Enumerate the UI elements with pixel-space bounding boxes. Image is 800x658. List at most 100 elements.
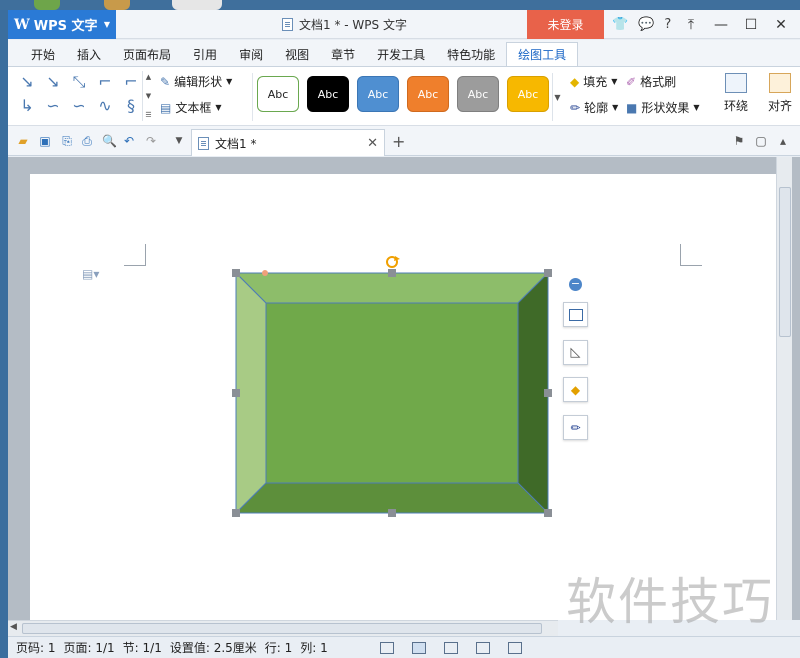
- undo-icon[interactable]: ↶: [122, 134, 136, 148]
- paint-bucket-icon: ◆: [570, 74, 580, 89]
- shape-edit-icon: ◺: [570, 345, 581, 360]
- desktop-background-edge: [0, 10, 8, 658]
- chevron-down-icon: ▼: [611, 77, 618, 86]
- collapse-tools-icon[interactable]: −: [569, 278, 582, 291]
- status-pages: 页面: 1/1: [63, 641, 115, 655]
- tab-start[interactable]: 开始: [20, 42, 66, 66]
- vertical-scrollbar[interactable]: [776, 157, 792, 620]
- paint-bucket-icon: ◆: [570, 382, 581, 397]
- desktop-icon[interactable]: [104, 0, 130, 10]
- tab-features[interactable]: 特色功能: [436, 42, 506, 66]
- web-view-icon[interactable]: [476, 642, 490, 654]
- reading-mode-icon[interactable]: [508, 642, 522, 654]
- window-mode-icon[interactable]: ▢: [754, 134, 768, 148]
- outline-color-button[interactable]: ✏: [563, 415, 588, 440]
- format-painter-button[interactable]: ✐ 格式刷: [626, 73, 676, 90]
- outline-button[interactable]: ✏ 轮廓 ▼: [570, 99, 618, 116]
- tab-review[interactable]: 审阅: [228, 42, 274, 66]
- vertical-scroll-thumb[interactable]: [779, 187, 791, 337]
- text-box-button[interactable]: ▤ 文本框 ▼: [160, 99, 222, 116]
- export-pdf-icon[interactable]: ⎘: [60, 134, 74, 148]
- fill-button[interactable]: ◆ 填充 ▼: [570, 73, 617, 90]
- rotate-handle-icon[interactable]: [386, 256, 400, 268]
- chevron-up-icon[interactable]: ▲: [146, 73, 151, 81]
- shape-style-option[interactable]: Abc: [457, 76, 499, 112]
- window-title: 文档1 * - WPS 文字: [282, 10, 407, 39]
- edit-shape-button[interactable]: ✎ 编辑形状 ▼: [160, 73, 232, 90]
- desktop-icon[interactable]: [34, 0, 60, 10]
- page-view-icon[interactable]: [412, 642, 426, 654]
- align-button[interactable]: 对齐: [760, 71, 800, 121]
- open-folder-icon[interactable]: ▰: [16, 134, 30, 148]
- arrow-shape-icon[interactable]: ↘: [42, 71, 64, 93]
- chevron-down-icon: ▼: [103, 20, 110, 29]
- tab-references[interactable]: 引用: [182, 42, 228, 66]
- tab-page-layout[interactable]: 页面布局: [112, 42, 182, 66]
- scroll-left-icon[interactable]: ◀: [10, 622, 17, 632]
- shape-style-option[interactable]: Abc: [307, 76, 349, 112]
- tab-view[interactable]: 视图: [274, 42, 320, 66]
- style-gallery-expand[interactable]: ▼: [552, 73, 562, 121]
- line-shape-icon[interactable]: ↘: [16, 71, 38, 93]
- outline-view-icon[interactable]: [444, 642, 458, 654]
- elbow-connector-icon[interactable]: ⌐: [94, 71, 116, 93]
- curve-connector-icon[interactable]: ∽: [42, 95, 64, 117]
- close-button[interactable]: ✕: [766, 17, 796, 33]
- chevron-down-icon: ▼: [693, 103, 700, 112]
- chevron-down-icon[interactable]: ▼: [146, 92, 151, 100]
- chevron-down-icon: ▼: [215, 103, 222, 112]
- chat-icon[interactable]: 💬: [638, 17, 654, 32]
- curve-arrow-icon[interactable]: ∽: [68, 95, 90, 117]
- help-icon[interactable]: ?: [664, 17, 671, 32]
- shape-style-option[interactable]: Abc: [257, 76, 299, 112]
- chevron-down-icon[interactable]: ▼: [172, 134, 186, 148]
- save-icon[interactable]: ▣: [38, 134, 52, 148]
- tab-section[interactable]: 章节: [320, 42, 366, 66]
- text-box-icon: ▤: [160, 100, 172, 115]
- elbow-double-arrow-icon[interactable]: ↳: [16, 95, 38, 117]
- maximize-button[interactable]: ☐: [736, 17, 766, 33]
- shape-edit-button[interactable]: ◺: [563, 340, 588, 365]
- app-name: WPS 文字: [33, 19, 98, 34]
- horizontal-scrollbar[interactable]: ◀: [8, 620, 558, 636]
- document-tab[interactable]: 文档1 * ✕: [191, 129, 385, 156]
- redo-icon[interactable]: ↷: [144, 134, 158, 148]
- flag-icon[interactable]: ⚑: [732, 134, 746, 148]
- minimize-button[interactable]: —: [706, 17, 736, 33]
- adjust-handle[interactable]: [262, 270, 268, 276]
- layout-options-button[interactable]: [563, 302, 588, 327]
- bevel-shape[interactable]: [224, 256, 560, 522]
- print-icon[interactable]: ⎙: [80, 134, 94, 148]
- status-setting: 设置值: 2.5厘米: [169, 641, 257, 655]
- horizontal-scroll-thumb[interactable]: [22, 623, 542, 634]
- shape-effects-button[interactable]: ■ 形状效果 ▼: [626, 99, 700, 116]
- skin-icon[interactable]: 👕: [612, 17, 628, 32]
- document-icon: [282, 18, 293, 31]
- new-tab-button[interactable]: +: [392, 132, 405, 151]
- paragraph-layout-icon[interactable]: ▤▾: [82, 267, 99, 281]
- margin-marker: [680, 244, 702, 266]
- curve-double-arrow-icon[interactable]: ∿: [94, 95, 116, 117]
- shape-style-option[interactable]: Abc: [407, 76, 449, 112]
- shape-gallery-scroll[interactable]: ▲ ▼ ☰: [142, 71, 154, 121]
- tab-drawing-tools[interactable]: 绘图工具: [506, 42, 579, 66]
- freeform-icon[interactable]: §: [120, 95, 142, 117]
- print-preview-icon[interactable]: 🔍: [102, 134, 117, 148]
- app-menu-button[interactable]: W WPS 文字 ▼: [8, 10, 116, 39]
- bevel-top-face: [234, 272, 550, 304]
- shape-style-option[interactable]: Abc: [507, 76, 549, 112]
- upload-icon[interactable]: ⤒: [676, 17, 706, 33]
- fill-color-button[interactable]: ◆: [563, 377, 588, 402]
- collapse-ribbon-icon[interactable]: ▴: [776, 134, 790, 148]
- desktop-icon[interactable]: [172, 0, 222, 10]
- full-screen-icon[interactable]: [380, 642, 394, 654]
- tab-insert[interactable]: 插入: [66, 42, 112, 66]
- login-button[interactable]: 未登录: [527, 10, 604, 39]
- tab-developer[interactable]: 开发工具: [366, 42, 436, 66]
- shape-style-option[interactable]: Abc: [357, 76, 399, 112]
- close-icon[interactable]: ✕: [367, 136, 378, 151]
- wrap-button[interactable]: 环绕: [716, 71, 756, 121]
- expand-icon[interactable]: ☰: [145, 111, 151, 119]
- elbow-arrow-icon[interactable]: ⌐: [120, 71, 142, 93]
- double-arrow-shape-icon[interactable]: ⤡: [68, 71, 90, 93]
